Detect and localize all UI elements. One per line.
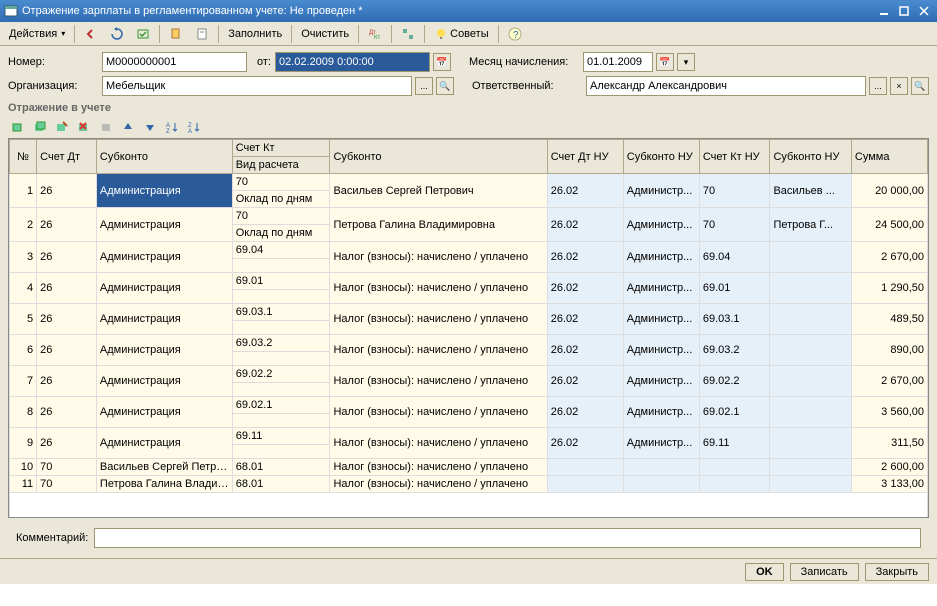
titlebar: Отражение зарплаты в регламентированном … [0,0,937,22]
svg-text:Кт: Кт [374,35,380,41]
separator [218,25,219,43]
from-label: от: [257,56,271,68]
resp-search-button[interactable]: 🔍 [911,77,929,95]
grid-toolbar: AZ ZA [8,118,929,136]
col-sub1[interactable]: Субконто [96,140,232,174]
help-button[interactable]: ? [503,24,527,44]
sort-asc-button[interactable]: AZ [162,118,182,136]
actions-label: Действия [9,28,57,40]
table-row[interactable]: 226Администрация70Петрова Галина Владими… [10,208,928,225]
separator [159,25,160,43]
separator [358,25,359,43]
col-subnu1[interactable]: Субконто НУ [623,140,699,174]
table-row[interactable]: 926Администрация69.11Налог (взносы): нач… [10,428,928,445]
col-n[interactable]: № [10,140,37,174]
nav-back-button[interactable] [79,24,103,44]
col-subnu2[interactable]: Субконто НУ [770,140,851,174]
org-search-button[interactable]: 🔍 [436,77,454,95]
org-label: Организация: [8,80,98,92]
table-row[interactable]: 1170Петрова Галина Владим...68.01Налог (… [10,476,928,493]
add-row-button[interactable] [8,118,28,136]
table-row[interactable]: 526Администрация69.03.1Налог (взносы): н… [10,304,928,321]
copy-row-button[interactable] [30,118,50,136]
save-button[interactable]: Записать [790,563,859,581]
struct-button[interactable] [396,24,420,44]
separator [74,25,75,43]
close-button[interactable] [915,3,933,19]
resp-select-button[interactable]: ... [869,77,887,95]
date-field[interactable]: 02.02.2009 0:00:00 [275,52,430,72]
comment-field[interactable] [94,528,921,548]
separator [498,25,499,43]
edit-row-button[interactable] [52,118,72,136]
col-calc[interactable]: Вид расчета [232,157,330,174]
col-dt[interactable]: Счет Дт [37,140,97,174]
table-row[interactable]: 326Администрация69.04Налог (взносы): нач… [10,242,928,259]
maximize-button[interactable] [895,3,913,19]
table-row[interactable]: 826Администрация69.02.1Налог (взносы): н… [10,397,928,414]
col-sub2[interactable]: Субконто [330,140,547,174]
separator [391,25,392,43]
month-spin-button[interactable]: ▾ [677,53,695,71]
separator [424,25,425,43]
col-kt[interactable]: Счет Кт [232,140,330,157]
sort-desc-button[interactable]: ZA [184,118,204,136]
table-row[interactable]: 726Администрация69.02.2Налог (взносы): н… [10,366,928,383]
svg-text:?: ? [513,30,519,41]
actions-menu[interactable]: Действия [4,24,70,44]
fill-label: Заполнить [228,28,282,40]
month-picker-button[interactable]: 📅 [656,53,674,71]
table-row[interactable]: 126Администрация70Васильев Сергей Петров… [10,174,928,191]
date-picker-button[interactable]: 📅 [433,53,451,71]
resp-label: Ответственный: [472,80,582,92]
table-row[interactable]: 626Администрация69.03.2Налог (взносы): н… [10,335,928,352]
grid[interactable]: № Счет Дт Субконто Счет Кт Субконто Счет… [8,138,929,518]
resp-field[interactable]: Александр Александрович [586,76,866,96]
refresh-button[interactable] [105,24,129,44]
resp-clear-button[interactable]: × [890,77,908,95]
tips-label: Советы [450,28,488,40]
col-ktnu[interactable]: Счет Кт НУ [699,140,770,174]
org-select-button[interactable]: ... [415,77,433,95]
app-icon [4,4,18,18]
table-row[interactable]: 426Администрация69.01Налог (взносы): нач… [10,273,928,290]
footer: OK Записать Закрыть [0,558,937,584]
table-row[interactable]: 1070Васильев Сергей Петров...68.01Налог … [10,459,928,476]
move-up-button[interactable] [118,118,138,136]
month-label: Месяц начисления: [469,56,579,68]
number-label: Номер: [8,56,98,68]
move-down-button[interactable] [140,118,160,136]
finish-edit-button[interactable] [96,118,116,136]
report-button[interactable] [190,24,214,44]
col-dtnu[interactable]: Счет Дт НУ [547,140,623,174]
minimize-button[interactable] [875,3,893,19]
close-form-button[interactable]: Закрыть [865,563,929,581]
dtkt-button[interactable]: ДтКт [363,24,387,44]
svg-text:A: A [188,129,192,134]
separator [291,25,292,43]
clear-label: Очистить [301,28,349,40]
ok-button[interactable]: OK [745,563,784,581]
col-sum[interactable]: Сумма [851,140,927,174]
tips-button[interactable]: Советы [429,24,493,44]
svg-text:Z: Z [166,129,170,134]
section-title: Отражение в учете [8,102,929,114]
main-toolbar: Действия Заполнить Очистить ДтКт Советы … [0,22,937,46]
fill-button[interactable]: Заполнить [223,24,287,44]
post-button[interactable] [131,24,155,44]
window-title: Отражение зарплаты в регламентированном … [22,5,873,17]
number-field[interactable]: М0000000001 [102,52,247,72]
comment-label: Комментарий: [16,532,88,544]
month-field[interactable]: 01.01.2009 [583,52,653,72]
delete-row-button[interactable] [74,118,94,136]
clear-button[interactable]: Очистить [296,24,354,44]
org-field[interactable]: Мебельщик [102,76,412,96]
form-area: Номер: М0000000001 от: 02.02.2009 0:00:0… [0,46,937,558]
copy-button[interactable] [164,24,188,44]
